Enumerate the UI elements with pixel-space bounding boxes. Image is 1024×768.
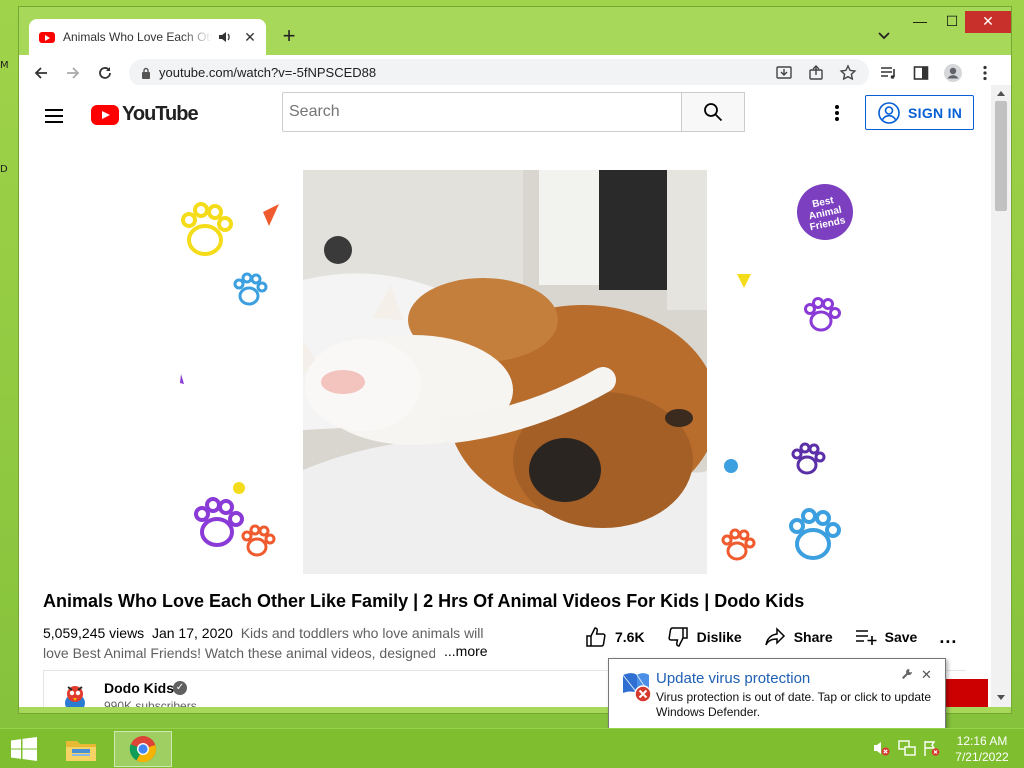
page-scrollbar[interactable]	[991, 85, 1011, 707]
windows-defender-warning-icon	[622, 673, 652, 703]
dislike-label: Dislike	[696, 629, 742, 645]
forward-button[interactable]	[61, 61, 85, 85]
media-controls-button[interactable]	[877, 61, 901, 85]
scroll-up-arrow-icon[interactable]	[997, 91, 1005, 96]
taskbar-file-explorer[interactable]	[52, 731, 110, 767]
bookmark-star-icon[interactable]	[839, 64, 857, 82]
volume-muted-icon[interactable]	[872, 739, 890, 757]
search-icon	[704, 103, 723, 122]
scroll-down-arrow-icon[interactable]	[997, 695, 1005, 700]
url-text[interactable]: youtube.com/watch?v=-5fNPSCED88	[159, 65, 376, 80]
reload-button[interactable]	[93, 61, 117, 85]
like-button[interactable]: 7.6K	[585, 627, 645, 647]
youtube-wordmark: YouTube	[122, 103, 199, 125]
network-icon[interactable]	[898, 739, 916, 757]
search-input[interactable]	[282, 92, 682, 132]
show-more-link[interactable]: ...more	[444, 643, 488, 659]
thumbs-up-icon	[586, 627, 606, 647]
chrome-menu-button[interactable]	[973, 61, 997, 85]
channel-avatar[interactable]	[58, 681, 92, 707]
minimize-button[interactable]: —	[903, 11, 937, 33]
video-player[interactable]: Best Animal Friends	[145, 170, 862, 574]
tab-strip: Animals Who Love Each Other Like Family …	[19, 7, 1011, 55]
profile-button[interactable]	[941, 61, 965, 85]
verified-check-icon: ✓	[173, 681, 187, 695]
hamburger-menu-icon[interactable]	[45, 109, 63, 127]
youtube-logo[interactable]: YouTube	[91, 103, 199, 126]
audio-playing-icon[interactable]	[218, 30, 232, 44]
share-button[interactable]: Share	[764, 627, 833, 647]
video-title: Animals Who Love Each Other Like Family …	[43, 591, 805, 611]
clock-date: 7/21/2022	[955, 750, 1009, 764]
dislike-button[interactable]: Dislike	[667, 627, 742, 647]
browser-tab-active[interactable]: Animals Who Love Each Other Like Family …	[29, 19, 266, 55]
side-panel-icon	[913, 66, 929, 80]
file-explorer-folder-icon	[66, 741, 96, 761]
youtube-favicon-icon	[39, 31, 55, 43]
back-button[interactable]	[29, 61, 53, 85]
tab-search-chevron-icon[interactable]	[877, 29, 891, 43]
like-count: 7.6K	[615, 629, 645, 645]
maximize-button[interactable]: ☐	[935, 11, 969, 33]
more-actions-button[interactable]: ...	[939, 627, 957, 648]
video-description[interactable]: 5,059,245 views Jan 17, 2020 Kids and to…	[43, 623, 493, 663]
youtube-page: YouTube SIGN IN	[19, 85, 991, 707]
notification-close-icon[interactable]: ✕	[921, 667, 932, 683]
playlist-add-icon	[855, 630, 877, 645]
notification-title: Update virus protection	[656, 670, 811, 687]
chrome-logo-icon	[129, 736, 156, 763]
reload-icon	[99, 67, 111, 79]
youtube-header: YouTube SIGN IN	[19, 85, 991, 141]
channel-name[interactable]: Dodo Kids	[104, 680, 174, 696]
wrench-settings-icon[interactable]	[901, 668, 913, 680]
scrollbar-thumb[interactable]	[995, 101, 1007, 211]
system-clock[interactable]: 12:16 AM 7/21/2022	[950, 733, 1014, 765]
sign-in-button[interactable]: SIGN IN	[865, 95, 974, 130]
side-panel-button[interactable]	[909, 61, 933, 85]
windows-start-icon[interactable]	[10, 737, 38, 761]
taskbar-chrome[interactable]	[114, 731, 172, 767]
clock-time: 12:16 AM	[956, 734, 1008, 748]
action-center-flag-icon[interactable]	[922, 739, 940, 757]
address-bar[interactable]: youtube.com/watch?v=-5fNPSCED88	[129, 59, 869, 87]
description-line-1: Kids and toddlers who love animals will	[240, 625, 484, 641]
subscribe-button[interactable]	[942, 679, 988, 707]
youtube-play-logo-icon	[91, 104, 119, 125]
tab-close-icon[interactable]: ✕	[242, 29, 258, 46]
settings-more-icon[interactable]	[831, 105, 843, 123]
desktop-edge-label: M	[0, 60, 9, 71]
notification-balloon[interactable]: Update virus protection Virus protection…	[608, 658, 946, 729]
save-button[interactable]: Save	[855, 628, 918, 646]
new-tab-button[interactable]: +	[277, 25, 301, 49]
vertical-dots-icon	[983, 65, 987, 81]
install-app-icon[interactable]	[775, 64, 793, 82]
desktop-edge-label: D	[0, 164, 8, 175]
subscriber-count: 990K subscribers	[104, 699, 197, 707]
taskbar: 12:16 AM 7/21/2022	[0, 728, 1024, 768]
share-page-icon[interactable]	[807, 64, 825, 82]
notification-text: Virus protection is out of date. Tap or …	[656, 690, 932, 719]
view-count: 5,059,245 views	[43, 625, 145, 641]
sign-in-label: SIGN IN	[908, 104, 963, 121]
description-line-2: love Best Animal Friends! Watch these an…	[43, 645, 435, 661]
forward-arrow-icon	[67, 67, 80, 79]
media-queue-icon	[881, 67, 895, 79]
back-arrow-icon	[34, 67, 47, 79]
publish-date: Jan 17, 2020	[151, 625, 233, 641]
tab-title: Animals Who Love Each Other Like Family	[63, 30, 212, 44]
lock-icon[interactable]	[141, 67, 151, 79]
video-actions: 7.6K Dislike Share Save ...	[585, 625, 957, 649]
share-label: Share	[793, 629, 833, 645]
thumbs-down-icon	[668, 627, 688, 647]
account-circle-icon	[878, 101, 900, 124]
video-frame-image	[303, 170, 707, 574]
save-label: Save	[884, 629, 918, 645]
share-arrow-icon	[764, 627, 785, 646]
more-actions-label: ...	[939, 626, 958, 647]
profile-avatar-icon	[944, 64, 962, 82]
search-button[interactable]	[681, 92, 745, 132]
window-close-button[interactable]: ✕	[965, 11, 1011, 33]
